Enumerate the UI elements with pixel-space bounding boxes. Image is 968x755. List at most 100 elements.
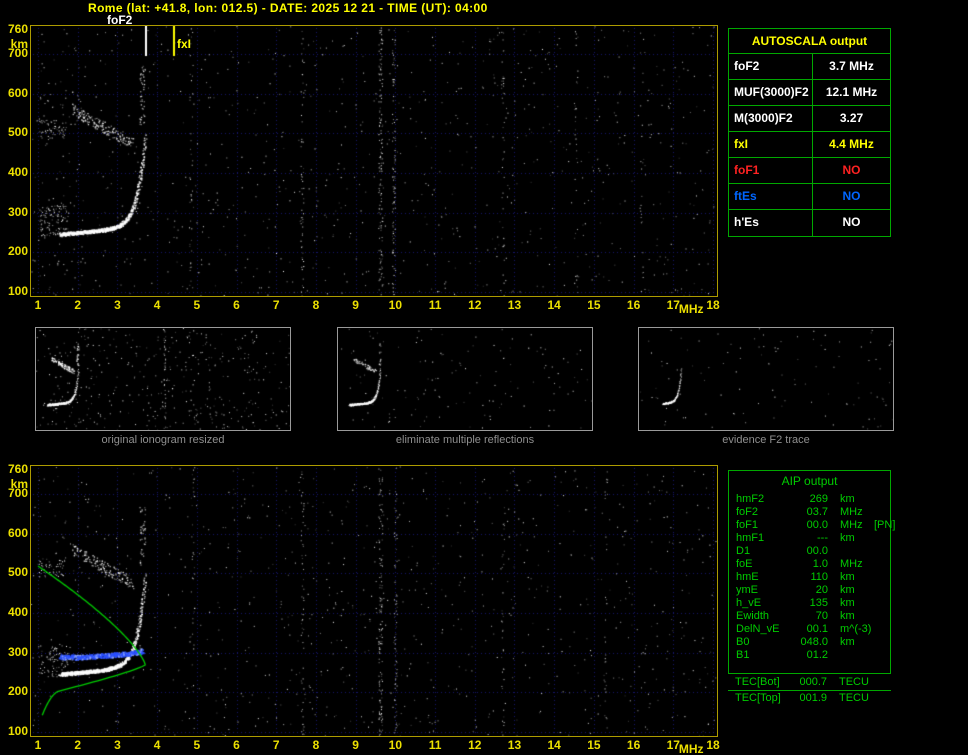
aip-name: hmF1 (736, 532, 765, 544)
aip-name: hmE (736, 571, 759, 583)
aip-note (872, 493, 890, 506)
top-ionogram-plot (30, 25, 718, 297)
x-axis-tick: 14 (547, 298, 561, 312)
x-axis-tick: 13 (507, 738, 522, 752)
aip-row-foF1: foF1 00.0 MHz [PN] (729, 519, 895, 532)
aip-unit: km (840, 584, 855, 596)
x-axis-tick: 3 (114, 738, 121, 752)
aip-val: 001.9 (799, 692, 827, 704)
aip-unit: TECU (839, 692, 869, 704)
aip-unit (830, 545, 872, 558)
aip-name: B0 (736, 636, 750, 648)
autoscala-row-label: foF2 (729, 54, 813, 79)
aip-val: 135 (809, 597, 828, 609)
aip-note (872, 545, 890, 558)
autoscala-row-value: 3.27 (839, 111, 864, 125)
y-axis-tick: 300 (7, 644, 28, 659)
panel-caption-eliminate: eliminate multiple reflections (395, 434, 535, 446)
panel-caption-evidence: evidence F2 trace (722, 434, 810, 446)
x-axis-tick: 2 (74, 738, 82, 752)
autoscala-row-MUF(3000)F2: MUF(3000)F2 12.1 MHz (729, 80, 890, 106)
aip-val: 03.7 (806, 506, 828, 518)
aip-row-TEC[Top]: TEC[Top] 001.9 TECU (728, 692, 891, 705)
aip-name: foF1 (736, 519, 759, 531)
bottom-ionogram-canvas (31, 466, 717, 736)
x-axis-tick: 15 (587, 298, 601, 312)
aip-note (871, 676, 891, 689)
x-axis-tick: 16 (626, 298, 641, 312)
x-axis-tick: 2 (74, 298, 82, 312)
station-date-title: Rome (lat: +41.8, lon: 012.5) - DATE: 20… (88, 1, 488, 15)
x-axis-tick: 18 (706, 298, 720, 312)
x-axis-tick: 4 (153, 738, 161, 752)
autoscala-row-M(3000)F2: M(3000)F2 3.27 (729, 106, 890, 132)
aip-row-hmE: hmE 110 km (729, 571, 890, 584)
autoscala-table-rows: foF2 3.7 MHz MUF(3000)F2 12.1 MHz M(3000)F2 3… (729, 54, 890, 236)
aip-note (872, 649, 890, 662)
aip-table-rows: hmF2 269 km foF2 03.7 MHz foF1 00.0 MHz [PN] hmF1 -… (729, 493, 895, 662)
aip-unit: m^(-3) (840, 623, 872, 635)
y-axis-unit-label: km (10, 37, 28, 51)
aip-unit: MHz (840, 506, 863, 518)
aip-val: 000.7 (799, 676, 827, 688)
aip-unit: MHz (840, 558, 863, 570)
autoscala-table-title: AUTOSCALA output (729, 29, 890, 54)
aip-val: 70 (815, 610, 828, 622)
panel-original-ionogram (35, 327, 291, 431)
aip-row-hmF1: hmF1 --- km (729, 532, 890, 545)
y-axis-tick: 500 (7, 565, 28, 580)
aip-note (872, 584, 890, 597)
aip-val: 00.0 (806, 519, 828, 531)
x-axis-tick: 13 (507, 298, 522, 312)
aip-tec-section: TEC[Bot] 000.7 TECU TEC[Top] 001.9 TECU (728, 676, 891, 705)
x-axis-tick: 6 (233, 298, 240, 312)
autoscala-output-screen: Rome (lat: +41.8, lon: 012.5) - DATE: 20… (0, 0, 968, 755)
x-axis-tick: 9 (352, 738, 359, 752)
y-axis-tick: 500 (7, 125, 28, 140)
x-axis-tick: 6 (233, 738, 240, 752)
aip-row-foE: foE 1.0 MHz (729, 558, 890, 571)
x-axis-tick: 11 (428, 738, 442, 752)
autoscala-row-value: NO (842, 215, 861, 229)
aip-note (872, 610, 890, 623)
y-axis-tick: 600 (7, 85, 28, 100)
panel-evidence-canvas (639, 328, 893, 430)
y-axis-tick: 100 (7, 284, 28, 298)
autoscala-row-value: NO (842, 189, 861, 203)
x-axis-tick: 12 (468, 298, 482, 312)
autoscala-row-value: 12.1 MHz (825, 85, 878, 99)
aip-table-title: AIP output (781, 474, 838, 488)
aip-unit: km (840, 636, 855, 648)
aip-row-B1: B1 01.2 (729, 649, 890, 662)
autoscala-row-label: foF1 (729, 158, 813, 183)
aip-val: --- (817, 532, 828, 544)
autoscala-row-value: 3.7 MHz (829, 59, 874, 73)
autoscala-row-value: 4.4 MHz (829, 137, 874, 151)
aip-note (872, 623, 890, 636)
y-axis-tick: 300 (7, 204, 28, 219)
panel-eliminate-reflections (337, 327, 593, 431)
x-axis-tick: 8 (312, 738, 320, 752)
panel-original-canvas (36, 328, 290, 430)
aip-unit (830, 649, 872, 662)
aip-row-ymE: ymE 20 km (729, 584, 890, 597)
aip-val: 269 (809, 493, 828, 505)
aip-unit: MHz (840, 519, 863, 531)
x-axis-tick: 15 (587, 738, 601, 752)
aip-name: h_vE (736, 597, 762, 609)
y-axis-tick: 200 (7, 684, 28, 699)
y-axis-tick: 400 (7, 604, 28, 619)
aip-val: 00.0 (806, 545, 828, 557)
y-axis-tick: 600 (7, 525, 28, 540)
x-axis-tick: 1 (34, 738, 42, 752)
aip-row-TEC[Bot]: TEC[Bot] 000.7 TECU (728, 676, 891, 689)
x-axis-tick: 1 (34, 298, 42, 312)
y-axis-tick: 400 (7, 164, 28, 179)
aip-unit: km (840, 493, 855, 505)
aip-val: 00.1 (806, 623, 828, 635)
x-axis-tick: 12 (468, 738, 482, 752)
aip-note (872, 532, 890, 545)
autoscala-row-label: ftEs (729, 184, 813, 209)
aip-unit: km (840, 532, 855, 544)
aip-row-DelN_vE: DelN_vE 00.1 m^(-3) (729, 623, 890, 636)
